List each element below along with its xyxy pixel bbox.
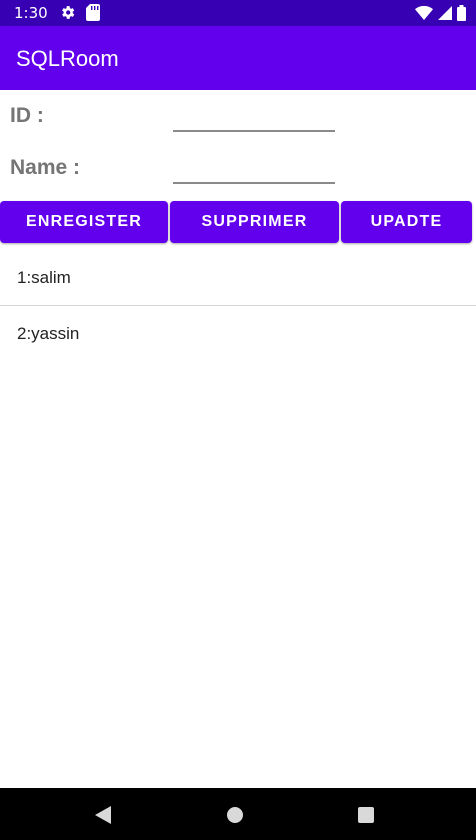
update-button[interactable]: UPADTE — [341, 201, 472, 243]
navigation-bar — [0, 788, 476, 840]
app-title: SQLRoom — [16, 46, 119, 71]
enregister-button[interactable]: ENREGISTER — [0, 201, 168, 243]
gear-icon — [62, 6, 75, 19]
battery-icon — [457, 5, 466, 21]
status-bar: 1:30 — [0, 0, 476, 26]
status-icons — [415, 4, 466, 22]
signal-icon — [438, 6, 452, 20]
name-field[interactable] — [173, 154, 335, 184]
list-item[interactable]: 1:salim — [0, 250, 476, 306]
record-list: 1:salim 2:yassin — [0, 250, 476, 362]
status-time: 1:30 — [14, 4, 48, 22]
back-icon[interactable] — [95, 806, 111, 824]
app-bar: SQLRoom — [0, 26, 476, 90]
sd-card-icon — [86, 4, 100, 21]
supprimer-button[interactable]: SUPPRIMER — [170, 201, 339, 243]
id-label: ID : — [10, 104, 44, 127]
recents-icon[interactable] — [358, 807, 374, 823]
name-label: Name : — [10, 156, 81, 179]
wifi-icon — [415, 6, 433, 20]
list-item[interactable]: 2:yassin — [0, 306, 476, 362]
home-icon[interactable] — [227, 807, 243, 823]
id-field[interactable] — [173, 102, 335, 132]
